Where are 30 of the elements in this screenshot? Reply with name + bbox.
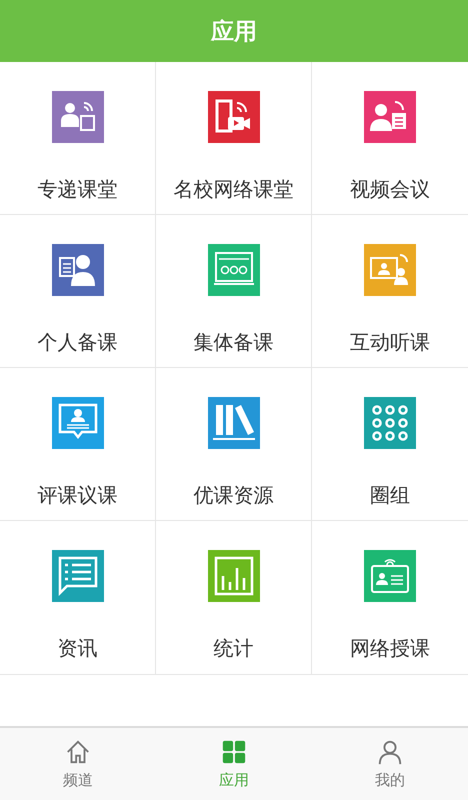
home-tab[interactable]: 频道: [0, 728, 156, 800]
app-label: 评课议课: [38, 482, 118, 509]
app-tile[interactable]: 评课议课: [0, 368, 156, 521]
app-tile[interactable]: 优课资源: [156, 368, 312, 521]
app-tile[interactable]: 专递课堂: [0, 62, 156, 215]
app-label: 网络授课: [350, 635, 430, 662]
app-tile[interactable]: 资讯: [0, 521, 156, 674]
app-tile[interactable]: 视频会议: [312, 62, 468, 215]
person-tab[interactable]: 我的: [312, 728, 468, 800]
app-tile[interactable]: 互动听课: [312, 215, 468, 368]
app-tile[interactable]: 网络授课: [312, 521, 468, 674]
app-label: 圈组: [370, 482, 410, 509]
person-icon: [377, 738, 403, 764]
app-label: 统计: [214, 635, 254, 662]
app-label: 优课资源: [194, 482, 274, 509]
app-tile[interactable]: 统计: [156, 521, 312, 674]
app-label: 专递课堂: [38, 176, 118, 203]
app-label: 集体备课: [194, 329, 274, 356]
app-label: 互动听课: [350, 329, 430, 356]
app-tile[interactable]: 集体备课: [156, 215, 312, 368]
app-label: 名校网络课堂: [174, 176, 294, 203]
app-label: 资讯: [58, 635, 98, 662]
grid-icon: [221, 738, 247, 764]
home-icon: [65, 738, 91, 764]
app-label: 视频会议: [350, 176, 430, 203]
app-tile[interactable]: 圈组: [312, 368, 468, 521]
page-title: 应用: [211, 18, 257, 46]
app-label: 个人备课: [38, 329, 118, 356]
app-tile[interactable]: 个人备课: [0, 215, 156, 368]
app-tile[interactable]: 名校网络课堂: [156, 62, 312, 215]
